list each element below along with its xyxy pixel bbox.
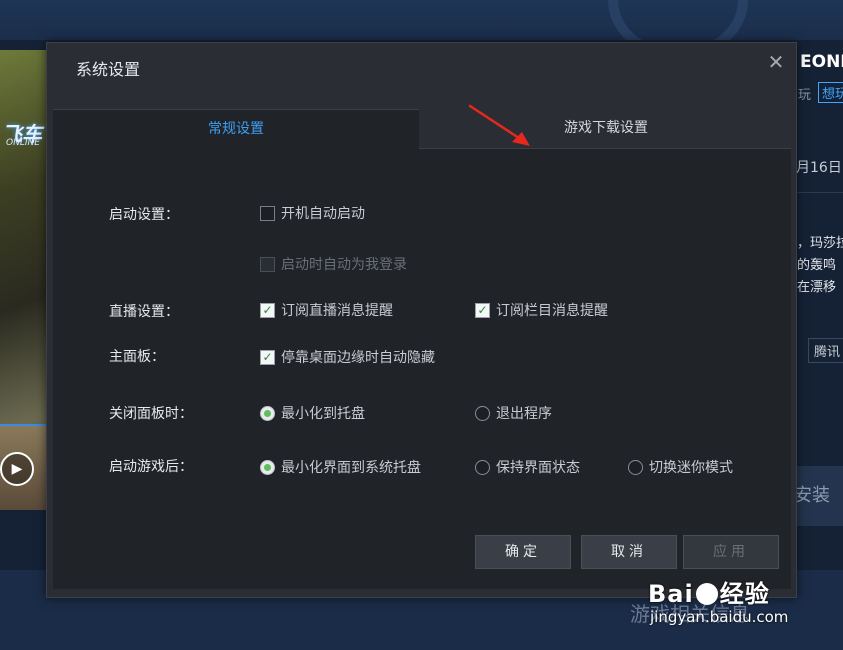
minimize-to-tray-label: 最小化到托盘 xyxy=(281,406,365,422)
live-settings-label: 直播设置： xyxy=(109,304,179,320)
game-description-line: 的轰鸣 xyxy=(797,258,837,273)
watermark-site: jingyan.baidu.com xyxy=(650,608,789,626)
settings-dialog: 系统设置 ✕ 常规设置 游戏下载设置 启动设置： 开机自动启动 启动时自动为我登… xyxy=(46,42,797,598)
paw-icon xyxy=(695,583,718,605)
watermark-brand-right: 经验 xyxy=(719,580,770,608)
checkbox-disabled-icon xyxy=(260,256,275,272)
subscribe-column-label: 订阅栏目消息提醒 xyxy=(496,303,608,319)
checkbox-checked-icon: ✓ xyxy=(475,302,490,318)
auto-start-checkbox[interactable]: 开机自动启动 xyxy=(260,203,365,223)
game-description-line: ，玛莎拉 xyxy=(797,236,843,251)
radio-unselected-icon xyxy=(628,459,643,475)
settings-content: 启动设置： 开机自动启动 启动时自动为我登录 直播设置： ✓ 订阅直播消息提醒 … xyxy=(53,149,791,589)
subscribe-live-label: 订阅直播消息提醒 xyxy=(281,303,393,319)
exit-program-radio[interactable]: 退出程序 xyxy=(475,403,552,423)
divider xyxy=(796,192,843,193)
auto-login-checkbox[interactable]: 启动时自动为我登录 xyxy=(260,254,407,274)
mini-mode-radio[interactable]: 切换迷你模式 xyxy=(628,457,733,477)
close-panel-label: 关闭面板时： xyxy=(109,406,193,422)
auto-start-label: 开机自动启动 xyxy=(281,206,365,222)
auto-hide-label: 停靠桌面边缘时自动隐藏 xyxy=(281,350,435,366)
minimize-ui-to-tray-radio[interactable]: 最小化界面到系统托盘 xyxy=(260,457,421,477)
after-game-launch-label: 启动游戏后： xyxy=(109,459,193,475)
ok-button[interactable]: 确定 xyxy=(475,535,571,569)
tab-general-settings[interactable]: 常规设置 xyxy=(53,109,419,149)
auto-hide-checkbox[interactable]: ✓ 停靠桌面边缘时自动隐藏 xyxy=(260,347,435,367)
background-banner xyxy=(48,0,796,60)
checkbox-unchecked-icon xyxy=(260,205,275,221)
checkbox-checked-icon: ✓ xyxy=(260,349,275,365)
game-subtext: 玩 xyxy=(798,88,812,103)
minimize-to-tray-radio[interactable]: 最小化到托盘 xyxy=(260,403,365,423)
keep-ui-state-radio[interactable]: 保持界面状态 xyxy=(475,457,580,477)
radio-selected-icon xyxy=(260,405,275,421)
cancel-button[interactable]: 取消 xyxy=(581,535,677,569)
play-icon[interactable]: ▶ xyxy=(0,452,34,486)
watermark-brand-left: Bai xyxy=(648,580,694,608)
annotation-arrow-icon xyxy=(468,104,530,146)
apply-button[interactable]: 应用 xyxy=(683,535,779,569)
want-play-tag[interactable]: 想玩 xyxy=(818,82,843,103)
keep-ui-state-label: 保持界面状态 xyxy=(496,460,580,476)
publisher-chip[interactable]: 腾讯 xyxy=(808,338,843,363)
radio-unselected-icon xyxy=(475,405,490,421)
auto-login-label: 启动时自动为我登录 xyxy=(281,257,407,273)
game-logo-sub: ONLINE xyxy=(6,138,40,148)
radio-unselected-icon xyxy=(475,459,490,475)
baidu-jingyan-watermark: Bai 经验 xyxy=(648,574,770,609)
close-icon[interactable]: ✕ xyxy=(765,51,787,73)
release-date: 月16日 xyxy=(796,160,842,176)
game-title: EONL xyxy=(800,52,843,72)
main-panel-label: 主面板： xyxy=(109,349,165,365)
subscribe-live-checkbox[interactable]: ✓ 订阅直播消息提醒 xyxy=(260,300,393,320)
game-description-line: 在漂移 xyxy=(797,280,837,295)
startup-settings-label: 启动设置： xyxy=(109,207,179,223)
tab-bar: 常规设置 游戏下载设置 xyxy=(53,109,791,149)
minimize-ui-to-tray-label: 最小化界面到系统托盘 xyxy=(281,460,421,476)
radio-selected-icon xyxy=(260,459,275,475)
dialog-title: 系统设置 xyxy=(76,60,141,79)
subscribe-column-checkbox[interactable]: ✓ 订阅栏目消息提醒 xyxy=(475,300,608,320)
mini-mode-label: 切换迷你模式 xyxy=(649,460,733,476)
exit-program-label: 退出程序 xyxy=(496,406,552,422)
checkbox-checked-icon: ✓ xyxy=(260,302,275,318)
